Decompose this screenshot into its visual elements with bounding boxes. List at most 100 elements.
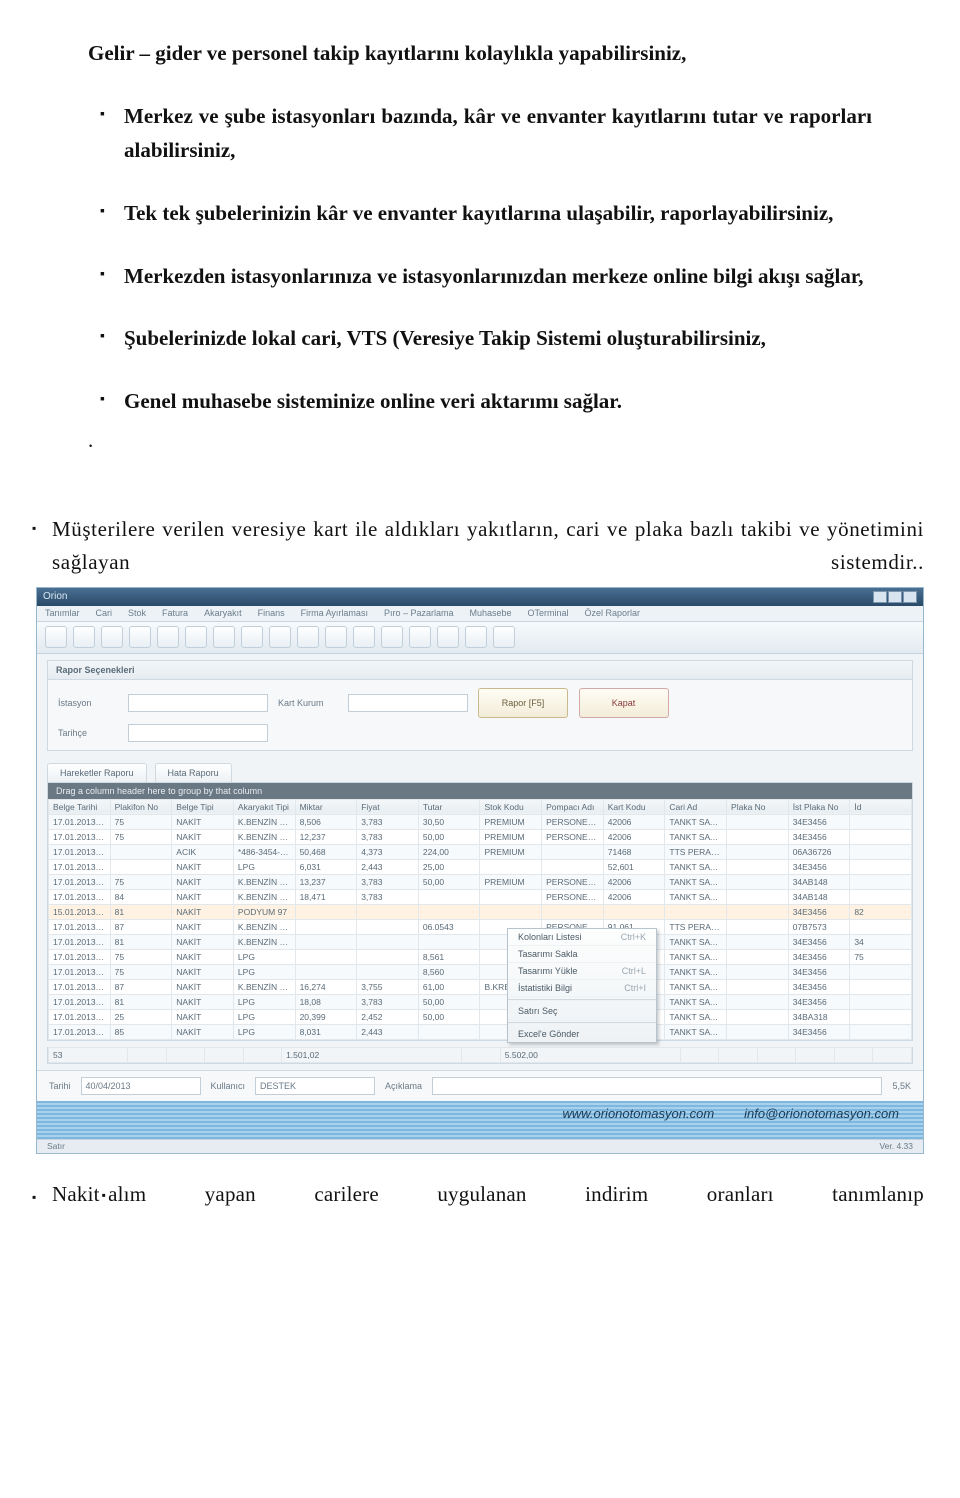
table-row[interactable]: 17.01.2013 17:0187NAKİTK.BENZİN EXTRA06.… bbox=[49, 919, 912, 934]
menu-item[interactable]: Pıro – Pazarlama bbox=[384, 608, 454, 618]
close-button[interactable]: Kapat bbox=[579, 688, 669, 718]
tab-hareketler[interactable]: Hareketler Raporu bbox=[47, 763, 147, 782]
column-header[interactable]: Stok Kodu bbox=[480, 799, 542, 814]
table-cell: 75 bbox=[850, 949, 912, 964]
menu-item[interactable]: Firma Ayırlaması bbox=[301, 608, 368, 618]
context-menu-item[interactable]: Tasarımı YükleCtrl+L bbox=[508, 963, 656, 980]
window-minimize-button[interactable] bbox=[873, 591, 887, 603]
table-cell: 3,755 bbox=[357, 979, 419, 994]
column-header[interactable]: Fiyat bbox=[357, 799, 419, 814]
context-menu-item[interactable]: Tasarımı Sakla bbox=[508, 946, 656, 963]
column-header[interactable]: İd bbox=[850, 799, 912, 814]
column-header[interactable]: Tutar bbox=[418, 799, 480, 814]
footer-tarih-input[interactable]: 40/04/2013 bbox=[81, 1077, 201, 1095]
status-bar: Satır Ver. 4.33 bbox=[37, 1139, 923, 1153]
context-menu-item[interactable]: Kolonları ListesiCtrl+K bbox=[508, 929, 656, 946]
column-header[interactable]: İst Plaka No bbox=[788, 799, 850, 814]
table-cell bbox=[727, 889, 789, 904]
label-tarih: Tarihçe bbox=[58, 728, 118, 738]
menu-item[interactable]: Stok bbox=[128, 608, 146, 618]
table-row[interactable]: 17.01.2013 11:5675NAKİTK.BENZİN EXTRA8,5… bbox=[49, 814, 912, 829]
column-header[interactable]: Cari Ad bbox=[665, 799, 727, 814]
column-header[interactable]: Kart Kodu bbox=[603, 799, 665, 814]
kart-select[interactable] bbox=[348, 694, 468, 712]
table-row[interactable]: 17.01.2013 07:2575NAKİTK.BENZİN EXTRA12,… bbox=[49, 829, 912, 844]
totals-cell bbox=[205, 1047, 244, 1062]
toolbar-button[interactable] bbox=[381, 626, 403, 648]
table-row[interactable]: 17.01.2013 18:5487NAKİTK.BENZİN EXTRA16,… bbox=[49, 979, 912, 994]
toolbar-button[interactable] bbox=[297, 626, 319, 648]
table-cell: 42006 bbox=[603, 874, 665, 889]
tarih-select[interactable] bbox=[128, 724, 268, 742]
bottom-paragraph: Nakit▪alım yapan carilere uygulanan indi… bbox=[36, 1182, 924, 1207]
context-menu-item[interactable]: Satırı Seç bbox=[508, 1003, 656, 1020]
brand-mail: info@orionotomasyon.com bbox=[744, 1106, 899, 1121]
context-menu-item[interactable]: İstatistiki BilgiCtrl+I bbox=[508, 980, 656, 997]
menu-item[interactable]: Fatura bbox=[162, 608, 188, 618]
table-cell bbox=[850, 979, 912, 994]
table-cell bbox=[480, 889, 542, 904]
table-row[interactable]: 15.01.2013 10:3181NAKİTPODYUM 9734E34568… bbox=[49, 904, 912, 919]
toolbar-button[interactable] bbox=[353, 626, 375, 648]
table-row[interactable]: 17.01.2013 07:2275NAKİTLPG8,56042006TANK… bbox=[49, 964, 912, 979]
window-maximize-button[interactable] bbox=[888, 591, 902, 603]
column-header[interactable]: Miktar bbox=[295, 799, 357, 814]
table-cell: LPG bbox=[233, 964, 295, 979]
table-cell: 06.0543 bbox=[418, 919, 480, 934]
context-menu-item[interactable]: Excel'e Gönder bbox=[508, 1026, 656, 1042]
table-cell: K.BENZİN EXTRA bbox=[233, 979, 295, 994]
toolbar-button[interactable] bbox=[157, 626, 179, 648]
toolbar-button[interactable] bbox=[45, 626, 67, 648]
table-cell bbox=[850, 964, 912, 979]
menu-item[interactable]: OTerminal bbox=[528, 608, 569, 618]
table-row[interactable]: 17.01.2013 18:0981NAKİTK.BENZİN EXTRA91,… bbox=[49, 934, 912, 949]
toolbar-button[interactable] bbox=[437, 626, 459, 648]
menu-item[interactable]: Özel Raporlar bbox=[585, 608, 641, 618]
table-cell: 25,00 bbox=[418, 859, 480, 874]
context-menu[interactable]: Kolonları ListesiCtrl+KTasarımı SaklaTas… bbox=[507, 928, 657, 1043]
column-header[interactable]: Akaryakıt Tipi bbox=[233, 799, 295, 814]
column-header[interactable]: Belge Tipi bbox=[172, 799, 234, 814]
table-row[interactable]: 17.01.2013 18:0775NAKİTK.BENZİN EXTRA13,… bbox=[49, 874, 912, 889]
toolbar-button[interactable] bbox=[493, 626, 515, 648]
toolbar-button[interactable] bbox=[73, 626, 95, 648]
window-close-button[interactable] bbox=[903, 591, 917, 603]
toolbar-button[interactable] bbox=[241, 626, 263, 648]
table-row[interactable]: 17.01.2013 15:0375NAKİTLPG8,561KONUK K42… bbox=[49, 949, 912, 964]
toolbar-button[interactable] bbox=[465, 626, 487, 648]
footer-aciklama-input[interactable] bbox=[432, 1077, 882, 1095]
table-row[interactable]: 17.01.2013 18:0725NAKİTLPG20,3992,45250,… bbox=[49, 1009, 912, 1024]
toolbar-button[interactable] bbox=[129, 626, 151, 648]
table-row[interactable]: 17.01.2013 18:0481NAKİTLPG18,083,78350,0… bbox=[49, 994, 912, 1009]
column-header[interactable]: Pompacı Adı bbox=[542, 799, 604, 814]
menu-item[interactable]: Muhasebe bbox=[469, 608, 511, 618]
table-row[interactable]: 17.01.2013 15:3384NAKİTK.BENZİN EXTRA18,… bbox=[49, 889, 912, 904]
menu-item[interactable]: Tanımlar bbox=[45, 608, 80, 618]
report-button[interactable]: Rapor [F5] bbox=[478, 688, 568, 718]
footer-kullanici-input[interactable]: DESTEK bbox=[255, 1077, 375, 1095]
tab-hata[interactable]: Hata Raporu bbox=[155, 763, 232, 782]
toolbar-button[interactable] bbox=[325, 626, 347, 648]
toolbar-button[interactable] bbox=[101, 626, 123, 648]
totals-cell bbox=[834, 1047, 873, 1062]
toolbar-button[interactable] bbox=[269, 626, 291, 648]
table-row[interactable]: 17.01.2013 19:05ACIK*486-3454-6471-18.00… bbox=[49, 844, 912, 859]
group-by-hint[interactable]: Drag a column header here to group by th… bbox=[48, 783, 912, 799]
toolbar-button[interactable] bbox=[409, 626, 431, 648]
column-header[interactable]: Belge Tarihi bbox=[49, 799, 111, 814]
column-header[interactable]: Plaka No bbox=[727, 799, 789, 814]
table-row[interactable]: 17.01.2013 18:0085NAKİTLPG8,0312,443PERS… bbox=[49, 1024, 912, 1039]
menu-item[interactable]: Cari bbox=[96, 608, 113, 618]
toolbar-button[interactable] bbox=[213, 626, 235, 648]
table-cell bbox=[850, 919, 912, 934]
istasyon-select[interactable] bbox=[128, 694, 268, 712]
table-cell: 42006 bbox=[603, 829, 665, 844]
table-row[interactable]: 17.01.2013 07:45NAKİTLPG6,0312,44325,005… bbox=[49, 859, 912, 874]
column-header[interactable]: Plakifon No bbox=[110, 799, 172, 814]
menu-item[interactable]: Finans bbox=[258, 608, 285, 618]
table-cell: 07B7573 bbox=[788, 919, 850, 934]
table-cell bbox=[480, 904, 542, 919]
toolbar-button[interactable] bbox=[185, 626, 207, 648]
menu-item[interactable]: Akaryakıt bbox=[204, 608, 242, 618]
brand-site: www.orionotomasyon.com bbox=[562, 1106, 714, 1121]
